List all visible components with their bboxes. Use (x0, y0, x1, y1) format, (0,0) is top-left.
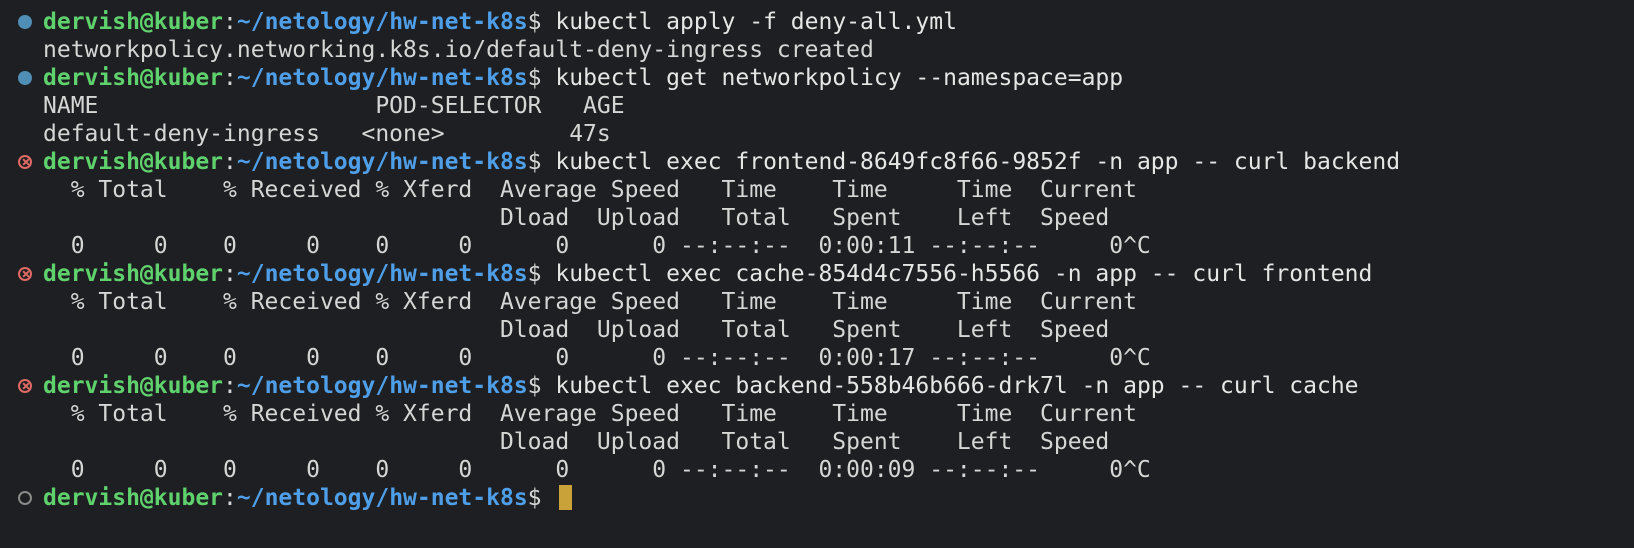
circle-x-icon (18, 379, 32, 393)
prompt-user: dervish@kuber (43, 485, 224, 511)
prompt-line: dervish@kuber:~/netology/hw-net-k8s$ (0, 484, 1634, 512)
prompt-user: dervish@kuber (43, 9, 224, 35)
output-line: 0 0 0 0 0 0 0 0 --:--:-- 0:00:11 --:--:-… (43, 233, 1151, 259)
command-text: kubectl exec cache-854d4c7556-h5566 -n a… (555, 261, 1373, 287)
prompt-path: ~/netology/hw-net-k8s (236, 65, 528, 91)
prompt-path: ~/netology/hw-net-k8s (236, 261, 528, 287)
prompt-colon: : (223, 485, 237, 511)
output-line: default-deny-ingress <none> 47s (43, 121, 611, 147)
output-line: % Total % Received % Xferd Average Speed… (43, 289, 1137, 315)
command-text: kubectl apply -f deny-all.yml (555, 9, 957, 35)
prompt-line: dervish@kuber:~/netology/hw-net-k8s$ kub… (0, 8, 1634, 36)
command-text: kubectl get networkpolicy --namespace=ap… (555, 65, 1124, 91)
terminal-window[interactable]: dervish@kuber:~/netology/hw-net-k8s$ kub… (0, 0, 1634, 548)
prompt-colon: : (223, 373, 237, 399)
prompt-colon: : (223, 65, 237, 91)
prompt-path: ~/netology/hw-net-k8s (236, 485, 528, 511)
prompt-line: dervish@kuber:~/netology/hw-net-k8s$ kub… (0, 148, 1634, 176)
output-line: networkpolicy.networking.k8s.io/default-… (43, 37, 874, 63)
filled-circle-icon (18, 15, 32, 29)
circle-x-icon (18, 267, 32, 281)
prompt-line: dervish@kuber:~/netology/hw-net-k8s$ kub… (0, 260, 1634, 288)
filled-circle-icon (18, 71, 32, 85)
prompt-user: dervish@kuber (43, 149, 224, 175)
output-line: Dload Upload Total Spent Left Speed (43, 317, 1110, 343)
prompt-symbol: $ (527, 485, 556, 511)
output-line: NAME POD-SELECTOR AGE (43, 93, 625, 119)
prompt-symbol: $ (527, 9, 556, 35)
prompt-colon: : (223, 261, 237, 287)
circle-x-icon (18, 155, 32, 169)
prompt-user: dervish@kuber (43, 261, 224, 287)
output-line: % Total % Received % Xferd Average Speed… (43, 177, 1137, 203)
output-line: Dload Upload Total Spent Left Speed (43, 205, 1110, 231)
output-line: Dload Upload Total Spent Left Speed (43, 429, 1110, 455)
command-text: kubectl exec frontend-8649fc8f66-9852f -… (555, 149, 1401, 175)
prompt-line: dervish@kuber:~/netology/hw-net-k8s$ kub… (0, 372, 1634, 400)
prompt-path: ~/netology/hw-net-k8s (236, 373, 528, 399)
output-line: % Total % Received % Xferd Average Speed… (43, 401, 1137, 427)
prompt-symbol: $ (527, 373, 556, 399)
prompt-user: dervish@kuber (43, 65, 224, 91)
prompt-path: ~/netology/hw-net-k8s (236, 9, 528, 35)
prompt-line: dervish@kuber:~/netology/hw-net-k8s$ kub… (0, 64, 1634, 92)
prompt-colon: : (223, 9, 237, 35)
hollow-circle-icon (18, 491, 32, 505)
command-text: kubectl exec backend-558b46b666-drk7l -n… (555, 373, 1359, 399)
terminal-output: dervish@kuber:~/netology/hw-net-k8s$ kub… (0, 8, 1634, 512)
prompt-symbol: $ (527, 65, 556, 91)
prompt-colon: : (223, 149, 237, 175)
output-line: 0 0 0 0 0 0 0 0 --:--:-- 0:00:09 --:--:-… (43, 457, 1151, 483)
prompt-path: ~/netology/hw-net-k8s (236, 149, 528, 175)
prompt-symbol: $ (527, 149, 556, 175)
output-line: 0 0 0 0 0 0 0 0 --:--:-- 0:00:17 --:--:-… (43, 345, 1151, 371)
prompt-symbol: $ (527, 261, 556, 287)
prompt-user: dervish@kuber (43, 373, 224, 399)
text-cursor[interactable] (559, 485, 573, 510)
